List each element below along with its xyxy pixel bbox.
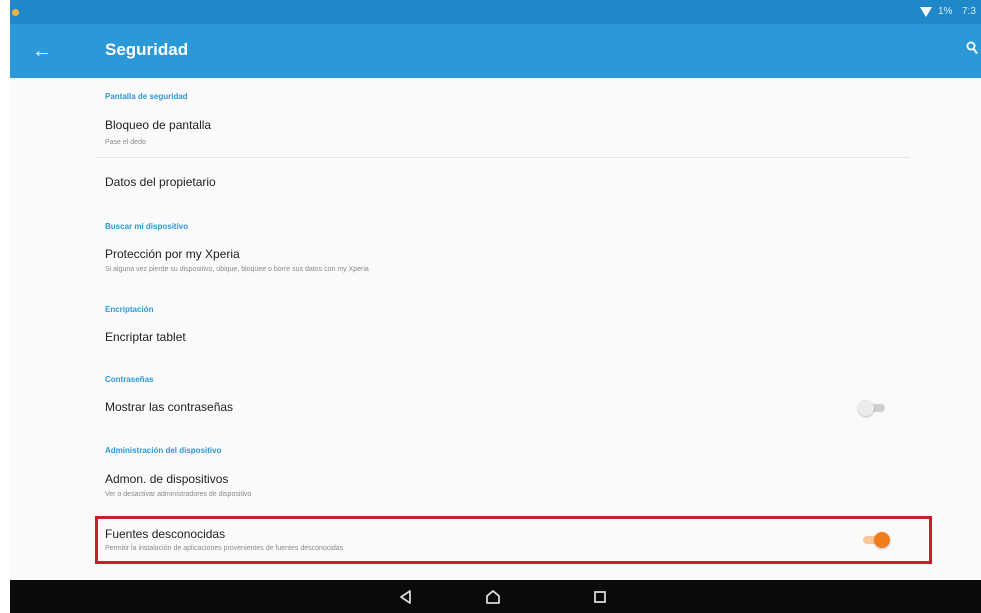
setting-subtitle: Permitir la instalación de aplicaciones … [105, 545, 344, 552]
setting-encrypt-tablet[interactable]: Encriptar tablet [95, 326, 915, 350]
setting-title: Mostrar las contraseñas [105, 400, 234, 414]
setting-show-passwords[interactable]: Mostrar las contraseñas [95, 396, 915, 420]
settings-screen: 1% 7:3 ← Seguridad Pantalla de seguridad… [10, 0, 981, 613]
setting-title: Protección por my Xperia [105, 247, 240, 261]
show-passwords-toggle[interactable] [858, 400, 888, 416]
setting-subtitle: Pase el dedo [105, 139, 146, 146]
setting-device-admins[interactable]: Admon. de dispositivos Ver o desactivar … [95, 468, 915, 508]
setting-subtitle: Ver o desactivar administradores de disp… [105, 491, 252, 498]
divider [95, 157, 910, 158]
nav-home-icon[interactable] [481, 586, 505, 608]
setting-screen-lock[interactable]: Bloqueo de pantalla Pase el dedo [95, 115, 915, 155]
clock: 7:3 [962, 6, 976, 17]
category-passwords: Contraseñas [105, 375, 154, 384]
setting-my-xperia[interactable]: Protección por my Xperia Si alguna vez p… [95, 243, 915, 283]
nav-recents-icon[interactable] [588, 586, 612, 608]
setting-title: Admon. de dispositivos [105, 472, 229, 486]
toggle-thumb [874, 532, 890, 548]
app-bar: ← Seguridad [10, 24, 981, 78]
category-find-device: Buscar mi dispositivo [105, 222, 189, 231]
battery-level: 1% [938, 6, 953, 17]
status-bar: 1% 7:3 [10, 0, 981, 24]
setting-subtitle: Si alguna vez pierde su dispositivo, ubi… [105, 266, 369, 273]
setting-title: Bloqueo de pantalla [105, 118, 212, 132]
setting-title: Encriptar tablet [105, 330, 186, 344]
toggle-thumb [858, 400, 874, 416]
wifi-icon [920, 7, 932, 17]
notification-dot-icon [12, 9, 19, 16]
settings-list: Pantalla de seguridad Bloqueo de pantall… [10, 78, 981, 580]
page-title: Seguridad [105, 40, 189, 59]
setting-unknown-sources[interactable]: Fuentes desconocidas Permitir la instala… [95, 525, 915, 561]
navigation-bar [10, 580, 981, 613]
back-arrow-icon[interactable]: ← [26, 35, 58, 67]
unknown-sources-toggle[interactable] [860, 532, 890, 548]
setting-owner-info[interactable]: Datos del propietario [95, 171, 915, 195]
setting-title: Datos del propietario [105, 175, 216, 189]
category-device-admin: Administración del dispositivo [105, 446, 222, 455]
setting-title: Fuentes desconocidas [105, 527, 226, 541]
category-screen-security: Pantalla de seguridad [105, 92, 188, 101]
category-encryption: Encriptación [105, 305, 154, 314]
search-icon[interactable] [966, 41, 978, 55]
nav-back-icon[interactable] [394, 586, 418, 608]
